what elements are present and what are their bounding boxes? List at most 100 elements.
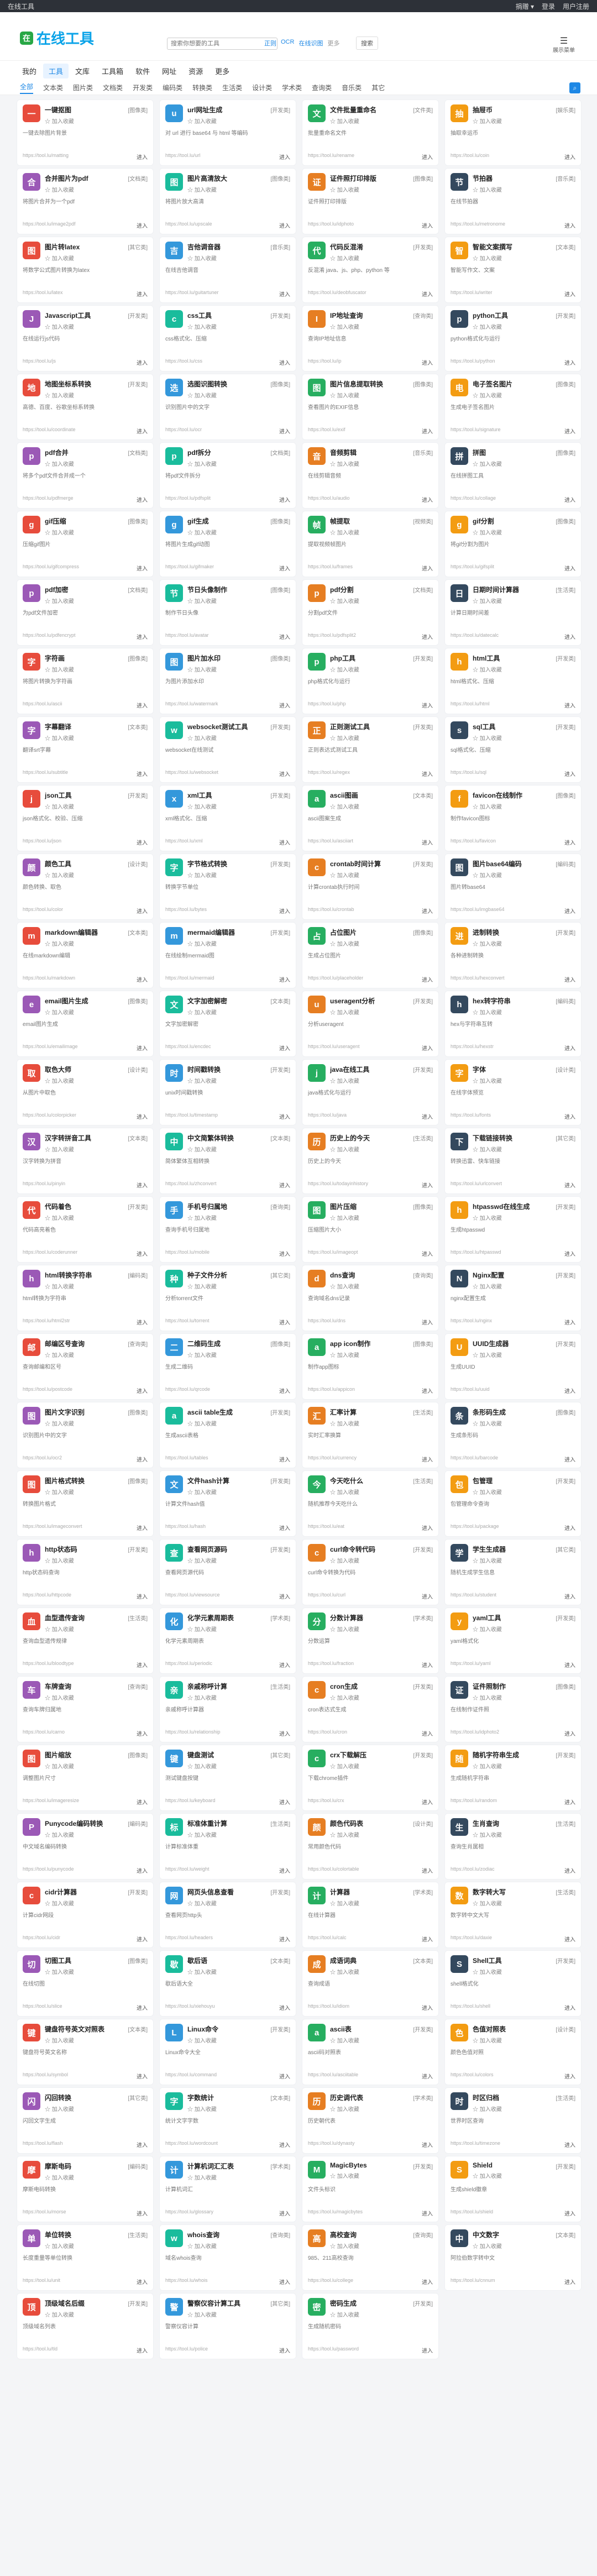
tool-url[interactable]: https://tool.lu/viewsource — [165, 1592, 220, 1600]
tool-enter-link[interactable]: 进入 — [422, 838, 433, 846]
tool-url[interactable]: https://tool.lu/datecalc — [451, 632, 499, 641]
tool-url[interactable]: https://tool.lu/signature — [451, 427, 501, 435]
tool-url[interactable]: https://tool.lu/idiom — [308, 2003, 349, 2012]
tool-enter-link[interactable]: 进入 — [564, 907, 575, 915]
tool-enter-link[interactable]: 进入 — [279, 2072, 290, 2080]
tool-enter-link[interactable]: 进入 — [564, 221, 575, 229]
tool-url[interactable]: https://tool.lu/websocket — [165, 769, 218, 778]
tool-card[interactable]: 取取色大师 ☆ 加入收藏 [设计类] 从图片中取色 https://tool.lu/co… — [17, 1059, 154, 1125]
tool-card[interactable]: 图图片格式转换 ☆ 加入收藏 [图像类] 转换图片格式 https://tool.lu/… — [17, 1470, 154, 1537]
tool-url[interactable]: https://tool.lu/imageopt — [308, 1249, 358, 1258]
tool-enter-link[interactable]: 进入 — [564, 769, 575, 778]
tool-enter-link[interactable]: 进入 — [564, 1729, 575, 1737]
tool-card[interactable]: 化化学元素周期表 ☆ 加入收藏 [学术类] 化学元素周期表 https://tool.l… — [159, 1608, 296, 1674]
tool-card[interactable]: M MagicBytes ☆ 加入收藏 [开发类] 文件头标识 https://tool.… — [302, 2156, 439, 2222]
tool-url[interactable]: https://tool.lu/crx — [308, 1798, 344, 1806]
tool-url[interactable]: https://tool.lu/ocr2 — [23, 1455, 62, 1463]
tool-card[interactable]: 证证件照制作 ☆ 加入收藏 [图像类] 在线制作证件照 https://tool.lu/… — [444, 1676, 582, 1742]
tool-url[interactable]: https://tool.lu/random — [451, 1798, 497, 1806]
tool-card[interactable]: 时时间戳转换 ☆ 加入收藏 [开发类] unix时间戳转换 https://tool.l… — [159, 1059, 296, 1125]
tool-url[interactable]: https://tool.lu/placeholder — [308, 975, 363, 983]
tool-url[interactable]: https://tool.lu/css — [165, 358, 202, 366]
tool-card[interactable]: 拼拼图 ☆ 加入收藏 [图像类] 在线拼图工具 https://tool.lu/coll… — [444, 442, 582, 509]
tool-enter-link[interactable]: 进入 — [422, 907, 433, 915]
tool-card[interactable]: 颜颜色代码表 ☆ 加入收藏 [设计类] 常用颜色代码 https://tool.lu/c… — [302, 1813, 439, 1879]
tool-card[interactable]: c css工具 ☆ 加入收藏 [开发类] css格式化、压缩 https://tool.l… — [159, 305, 296, 371]
tool-url[interactable]: https://tool.lu/latex — [23, 290, 63, 298]
tool-url[interactable]: https://tool.lu/magicbytes — [308, 2209, 363, 2217]
tool-url[interactable]: https://tool.lu/emailimage — [23, 1044, 78, 1052]
tool-enter-link[interactable]: 进入 — [279, 358, 290, 366]
tool-url[interactable]: https://tool.lu/pdfmerge — [23, 495, 74, 504]
tool-url[interactable]: https://tool.lu/timestamp — [165, 1112, 218, 1121]
tool-enter-link[interactable]: 进入 — [279, 1729, 290, 1737]
tool-card[interactable]: 图图片高清放大 ☆ 加入收藏 [图像类] 将图片放大高清 https://tool.lu… — [159, 168, 296, 234]
category-tab[interactable]: 编码类 — [163, 83, 182, 92]
nav-item[interactable]: 网址 — [156, 64, 182, 78]
tool-enter-link[interactable]: 进入 — [137, 153, 148, 161]
tool-url[interactable]: https://tool.lu/weight — [165, 1866, 210, 1875]
tool-url[interactable]: https://tool.lu/zodiac — [451, 1866, 495, 1875]
tool-enter-link[interactable]: 进入 — [564, 1866, 575, 1875]
tool-card[interactable]: 字字节格式转换 ☆ 加入收藏 [开发类] 转换字节单位 https://tool.lu/… — [159, 854, 296, 920]
tool-url[interactable]: https://tool.lu/ip — [308, 358, 342, 366]
tool-card[interactable]: 占占位图片 ☆ 加入收藏 [图像类] 生成占位图片 https://tool.lu/pl… — [302, 922, 439, 988]
tool-enter-link[interactable]: 进入 — [422, 2072, 433, 2080]
tool-url[interactable]: https://tool.lu/cidr — [23, 1935, 60, 1943]
tool-enter-link[interactable]: 进入 — [279, 1935, 290, 1943]
tool-card[interactable]: 合合并图片为pdf ☆ 加入收藏 [文档类] 将图片合并为一个pdf https://t… — [17, 168, 154, 234]
tool-url[interactable]: https://tool.lu/coin — [451, 153, 489, 161]
tool-enter-link[interactable]: 进入 — [564, 838, 575, 846]
search-input[interactable] — [167, 38, 277, 50]
tool-card[interactable]: 历历史上的今天 ☆ 加入收藏 [生活类] 历史上的今天 https://tool.lu/… — [302, 1128, 439, 1194]
tool-url[interactable]: https://tool.lu/unit — [23, 2277, 60, 2286]
tool-enter-link[interactable]: 进入 — [422, 1729, 433, 1737]
tool-url[interactable]: https://tool.lu/dynasty — [308, 2140, 355, 2149]
tool-url[interactable]: https://tool.lu/xml — [165, 838, 203, 846]
tool-enter-link[interactable]: 进入 — [422, 2003, 433, 2012]
tool-card[interactable]: a ascii图画 ☆ 加入收藏 [文本类] ascii图案生成 https://tool… — [302, 785, 439, 851]
tool-url[interactable]: https://tool.lu/currency — [308, 1455, 357, 1463]
tool-url[interactable]: https://tool.lu/postcode — [23, 1386, 72, 1395]
tool-enter-link[interactable]: 进入 — [564, 632, 575, 641]
tool-card[interactable]: h hex转字符串 ☆ 加入收藏 [编码类] hex与字符串互转 https://tool… — [444, 991, 582, 1057]
tool-card[interactable]: w whois查询 ☆ 加入收藏 [查询类] 域名whois查询 https://tool… — [159, 2224, 296, 2291]
tool-url[interactable]: https://tool.lu/avatar — [165, 632, 209, 641]
tool-url[interactable]: https://tool.lu/package — [451, 1523, 499, 1532]
tool-card[interactable]: g gif生成 ☆ 加入收藏 [图像类] 将图片生成gif动图 https://tool.… — [159, 511, 296, 577]
tool-card[interactable]: 汉汉字转拼音工具 ☆ 加入收藏 [文本类] 汉字转换为拼音 https://tool.l… — [17, 1128, 154, 1194]
tool-card[interactable]: 网网页头信息查看 ☆ 加入收藏 [开发类] 查看网页http头 https://tool… — [159, 1882, 296, 1948]
tool-enter-link[interactable]: 进入 — [279, 2003, 290, 2012]
tool-enter-link[interactable]: 进入 — [137, 1592, 148, 1600]
tool-enter-link[interactable]: 进入 — [137, 221, 148, 229]
tool-url[interactable]: https://tool.lu/urlconvert — [451, 1181, 502, 1189]
tool-card[interactable]: 键键盘测试 ☆ 加入收藏 [其它类] 测试键盘按键 https://tool.lu/ke… — [159, 1745, 296, 1811]
tool-url[interactable]: https://tool.lu/asciitable — [308, 2072, 358, 2080]
tool-enter-link[interactable]: 进入 — [422, 1044, 433, 1052]
tool-card[interactable]: h http状态码 ☆ 加入收藏 [开发类] http状态码查询 https://tool… — [17, 1539, 154, 1605]
tool-url[interactable]: https://tool.lu/curl — [308, 1592, 345, 1600]
tool-enter-link[interactable]: 进入 — [422, 1455, 433, 1463]
tool-enter-link[interactable]: 进入 — [564, 290, 575, 298]
tool-url[interactable]: https://tool.lu/subtitle — [23, 769, 68, 778]
tool-enter-link[interactable]: 进入 — [279, 495, 290, 504]
tool-url[interactable]: https://tool.lu/whois — [165, 2277, 208, 2286]
category-tab[interactable]: 其它 — [371, 83, 385, 92]
tool-url[interactable]: https://tool.lu/shell — [451, 2003, 490, 2012]
tool-card[interactable]: 包包管理 ☆ 加入收藏 [开发类] 包管理命令查询 https://tool.lu/pa… — [444, 1470, 582, 1537]
nav-item[interactable]: 软件 — [130, 64, 155, 78]
tool-enter-link[interactable]: 进入 — [279, 1386, 290, 1395]
tool-url[interactable]: https://tool.lu/police — [165, 2346, 208, 2354]
tool-enter-link[interactable]: 进入 — [564, 1112, 575, 1121]
category-tab[interactable]: 全部 — [20, 82, 34, 94]
tool-enter-link[interactable]: 进入 — [422, 1181, 433, 1189]
tool-enter-link[interactable]: 进入 — [422, 2140, 433, 2149]
tool-url[interactable]: https://tool.lu/hexstr — [451, 1044, 494, 1052]
tool-card[interactable]: 颜颜色工具 ☆ 加入收藏 [设计类] 颜色转换、取色 https://tool.lu/c… — [17, 854, 154, 920]
tool-url[interactable]: https://tool.lu/upscale — [165, 221, 212, 229]
tool-url[interactable]: https://tool.lu/collage — [451, 495, 496, 504]
tool-card[interactable]: a ascii表 ☆ 加入收藏 [开发类] ascii码对照表 https://tool.… — [302, 2019, 439, 2085]
tool-card[interactable]: 图图片加水印 ☆ 加入收藏 [图像类] 为图片添加水印 https://tool.lu/… — [159, 648, 296, 714]
tool-url[interactable]: https://tool.lu/regex — [308, 769, 350, 778]
tool-card[interactable]: 色色值对照表 ☆ 加入收藏 [设计类] 颜色色值对照 https://tool.lu/c… — [444, 2019, 582, 2085]
